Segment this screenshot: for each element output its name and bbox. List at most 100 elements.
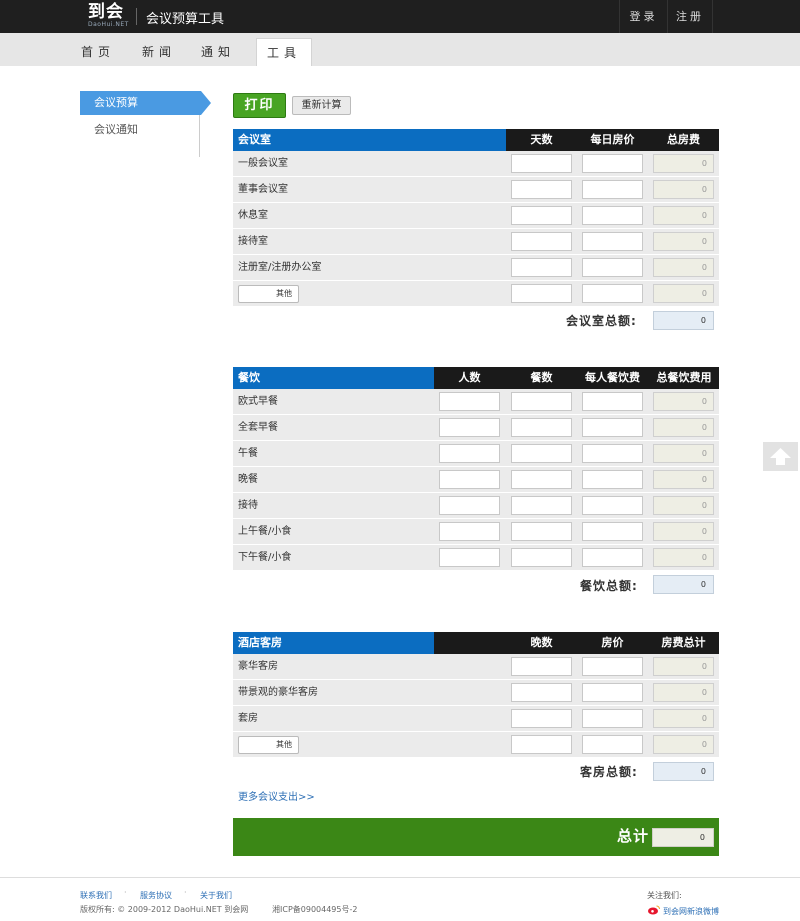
- meal-cost-input[interactable]: [582, 444, 643, 463]
- row-total-field: 0: [653, 548, 714, 567]
- meals-input[interactable]: [511, 470, 572, 489]
- nav-tab-home[interactable]: 首页: [70, 38, 126, 66]
- rate-input[interactable]: [582, 206, 643, 225]
- people-input[interactable]: [439, 418, 500, 437]
- rate-input[interactable]: [582, 232, 643, 251]
- table-row: 接待室 0: [233, 229, 719, 255]
- meals-input[interactable]: [511, 444, 572, 463]
- row-total-field: 0: [653, 206, 714, 225]
- rate-input[interactable]: [582, 258, 643, 277]
- days-input[interactable]: [511, 180, 572, 199]
- catering-title: 餐饮: [233, 367, 434, 389]
- table-row: 其他 0: [233, 732, 719, 758]
- logo-text: 到会: [88, 2, 124, 22]
- days-input[interactable]: [511, 154, 572, 173]
- hotel-sum-label: 客房总额:: [580, 765, 638, 779]
- sidebar-item-budget[interactable]: 会议预算: [80, 91, 211, 115]
- nights-input[interactable]: [511, 657, 572, 676]
- nights-input[interactable]: [511, 709, 572, 728]
- rate-input[interactable]: [582, 735, 643, 754]
- table-row: 欧式早餐 0: [233, 389, 719, 415]
- nav-tab-tools[interactable]: 工具: [256, 38, 312, 66]
- footer-link-contact[interactable]: 联系我们: [80, 890, 112, 901]
- hotel-table-header: 酒店客房 晚数 房价 房费总计: [233, 632, 719, 654]
- row-total-field: 0: [653, 735, 714, 754]
- app-title: 会议预算工具: [146, 12, 225, 27]
- meal-cost-input[interactable]: [582, 548, 643, 567]
- rooms-col-rate: 每日房价: [590, 133, 635, 146]
- meal-cost-input[interactable]: [582, 470, 643, 489]
- people-input[interactable]: [439, 392, 500, 411]
- row-total-field: 0: [653, 232, 714, 251]
- row-total-field: 0: [653, 154, 714, 173]
- meals-input[interactable]: [511, 418, 572, 437]
- row-label: 下午餐/小食: [238, 552, 292, 563]
- recalculate-button[interactable]: 重新计算: [292, 96, 351, 115]
- top-bar: 到会 DaoHui.NET 会议预算工具 登录 注册: [0, 0, 800, 33]
- register-link[interactable]: 注册: [667, 0, 713, 33]
- people-input[interactable]: [439, 470, 500, 489]
- row-total-field: 0: [653, 709, 714, 728]
- logo[interactable]: 到会 DaoHui.NET: [88, 3, 130, 31]
- meal-cost-input[interactable]: [582, 418, 643, 437]
- footer-separator: ·: [124, 888, 127, 897]
- days-input[interactable]: [511, 284, 572, 303]
- people-input[interactable]: [439, 444, 500, 463]
- row-label: 豪华客房: [238, 661, 278, 672]
- grand-total-label: 总计: [617, 827, 650, 845]
- row-label: 欧式早餐: [238, 396, 278, 407]
- meals-input[interactable]: [511, 548, 572, 567]
- meal-cost-input[interactable]: [582, 496, 643, 515]
- rate-input[interactable]: [582, 683, 643, 702]
- nav-tab-news[interactable]: 新闻: [131, 38, 187, 66]
- rate-input[interactable]: [582, 657, 643, 676]
- catering-col-total: 总餐饮费用: [656, 371, 712, 384]
- table-row: 董事会议室 0: [233, 177, 719, 203]
- rate-input[interactable]: [582, 180, 643, 199]
- sidebar-item-notice[interactable]: 会议通知: [80, 118, 200, 142]
- people-input[interactable]: [439, 548, 500, 567]
- table-row: 休息室 0: [233, 203, 719, 229]
- days-input[interactable]: [511, 232, 572, 251]
- nights-input[interactable]: [511, 735, 572, 754]
- scroll-to-top-button[interactable]: [763, 442, 798, 471]
- row-label: 上午餐/小食: [238, 526, 292, 537]
- meals-input[interactable]: [511, 522, 572, 541]
- other-room-input[interactable]: 其他: [238, 285, 299, 303]
- weibo-link[interactable]: 到会网新浪微博: [663, 906, 719, 917]
- people-input[interactable]: [439, 522, 500, 541]
- table-row: 带景观的豪华客房 0: [233, 680, 719, 706]
- row-total-field: 0: [653, 418, 714, 437]
- more-expenses-link[interactable]: 更多会议支出>>: [238, 788, 315, 803]
- days-input[interactable]: [511, 258, 572, 277]
- row-total-field: 0: [653, 284, 714, 303]
- row-label: 接待: [238, 500, 258, 511]
- rooms-title: 会议室: [233, 129, 506, 151]
- people-input[interactable]: [439, 496, 500, 515]
- footer-link-terms[interactable]: 服务协议: [140, 890, 172, 901]
- row-label: 套房: [238, 713, 258, 724]
- nav-tab-notices[interactable]: 通知: [190, 38, 246, 66]
- catering-col-meals: 餐数: [530, 371, 553, 384]
- meal-cost-input[interactable]: [582, 522, 643, 541]
- table-row: 上午餐/小食 0: [233, 519, 719, 545]
- row-total-field: 0: [653, 522, 714, 541]
- footer-link-about[interactable]: 关于我们: [200, 890, 232, 901]
- login-link[interactable]: 登录: [619, 0, 667, 33]
- nights-input[interactable]: [511, 683, 572, 702]
- rate-input[interactable]: [582, 154, 643, 173]
- meals-input[interactable]: [511, 496, 572, 515]
- table-row: 晚餐 0: [233, 467, 719, 493]
- rate-input[interactable]: [582, 709, 643, 728]
- row-total-field: 0: [653, 180, 714, 199]
- meal-cost-input[interactable]: [582, 392, 643, 411]
- meals-input[interactable]: [511, 392, 572, 411]
- print-button[interactable]: 打印: [233, 93, 286, 118]
- row-label: 接待室: [238, 236, 268, 247]
- other-room-input[interactable]: 其他: [238, 736, 299, 754]
- logo-subtext: DaoHui.NET: [88, 21, 129, 28]
- days-input[interactable]: [511, 206, 572, 225]
- table-row: 接待 0: [233, 493, 719, 519]
- row-total-field: 0: [653, 392, 714, 411]
- rate-input[interactable]: [582, 284, 643, 303]
